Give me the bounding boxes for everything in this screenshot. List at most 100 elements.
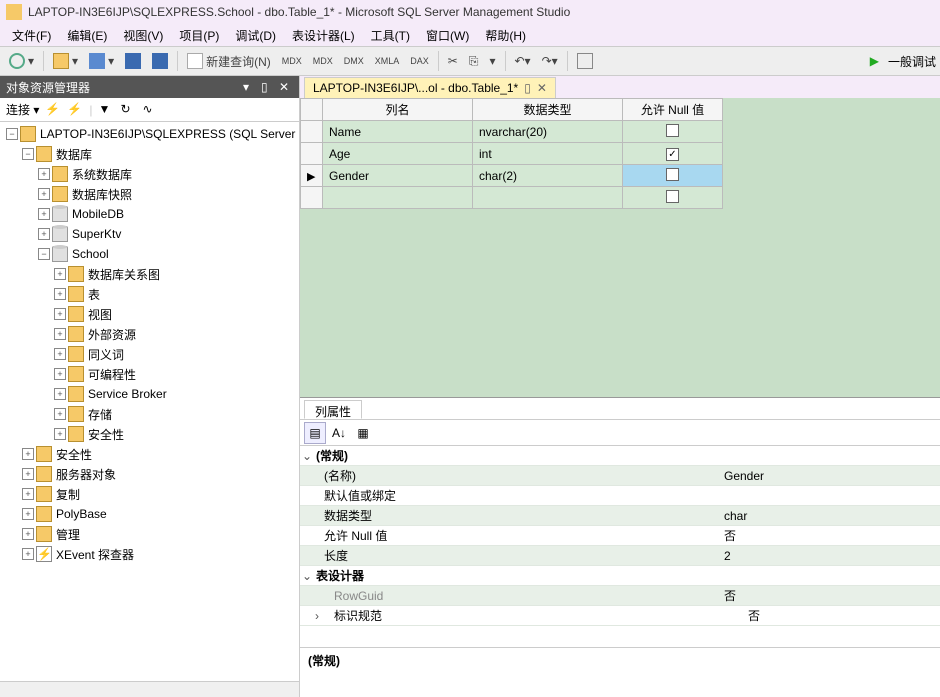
alphabetical-icon[interactable]: A↓ [328, 422, 350, 444]
prop-tab[interactable]: 列属性 [304, 400, 362, 419]
disconnect-icon[interactable]: ⚡ [67, 102, 83, 118]
expand-icon[interactable]: − [38, 248, 50, 260]
explorer-hscrollbar[interactable] [0, 681, 299, 697]
save-sel-button[interactable] [147, 50, 173, 72]
xmla-button[interactable]: XMLA [370, 53, 405, 69]
tree-storage[interactable]: +存储 [0, 404, 299, 424]
panel-dropdown-icon[interactable]: ▾ [243, 80, 257, 94]
expand-icon[interactable]: + [22, 488, 34, 500]
copy-button[interactable]: ⎘ [464, 51, 484, 72]
expand-icon[interactable]: + [38, 228, 50, 240]
menu-file[interactable]: 文件(F) [4, 25, 59, 46]
dax-button[interactable]: DAX [405, 53, 434, 69]
properties-grid[interactable]: ⌄(常规) (名称)Gender 默认值或绑定 数据类型char 允许 Null… [300, 446, 940, 647]
tree-synonyms[interactable]: +同义词 [0, 344, 299, 364]
menu-edit[interactable]: 编辑(E) [59, 25, 115, 46]
object-tree[interactable]: −LAPTOP-IN3E6IJP\SQLEXPRESS (SQL Server … [0, 122, 299, 681]
expand-icon[interactable]: + [54, 368, 66, 380]
tree-serverobj[interactable]: +服务器对象 [0, 464, 299, 484]
expand-icon[interactable]: + [38, 168, 50, 180]
prop-value[interactable]: char [720, 509, 940, 523]
menu-view[interactable]: 视图(V) [115, 25, 171, 46]
tree-security-inner[interactable]: +安全性 [0, 424, 299, 444]
expand-icon[interactable]: + [54, 348, 66, 360]
tree-sysdb[interactable]: +系统数据库 [0, 164, 299, 184]
prop-label[interactable]: 默认值或绑定 [300, 487, 720, 504]
nav-back-button[interactable]: ▾ [4, 50, 39, 72]
tree-programmability[interactable]: +可编程性 [0, 364, 299, 384]
prop-category[interactable]: 表设计器 [314, 567, 940, 584]
debug-start-button[interactable]: ▶ [865, 51, 884, 71]
expand-icon[interactable]: + [22, 548, 34, 560]
tree-external[interactable]: +外部资源 [0, 324, 299, 344]
null-checkbox[interactable] [666, 168, 679, 181]
col-null-header[interactable]: 允许 Null 值 [623, 99, 723, 121]
refresh-icon[interactable]: ↻ [121, 102, 137, 118]
connect-button[interactable]: 连接 ▾ [6, 101, 39, 118]
expand-icon[interactable]: + [54, 308, 66, 320]
expand-icon[interactable]: − [22, 148, 34, 160]
tree-replication[interactable]: +复制 [0, 484, 299, 504]
prop-page-icon[interactable]: ▦ [352, 422, 374, 444]
expand-icon[interactable]: ⌄ [300, 569, 314, 583]
paste-button[interactable]: ▾ [484, 51, 500, 71]
prop-value[interactable]: 2 [720, 549, 940, 563]
expand-icon[interactable]: + [54, 428, 66, 440]
prop-label[interactable]: 数据类型 [300, 507, 720, 524]
column-row[interactable]: Age int ✓ [301, 143, 723, 165]
prop-value[interactable]: 否 [720, 587, 940, 604]
prop-value[interactable]: 否 [720, 527, 940, 544]
save-all-button[interactable]: ▾ [84, 50, 119, 72]
connect-icon[interactable]: ⚡ [45, 102, 61, 118]
tab-close-icon[interactable]: ✕ [537, 81, 547, 95]
expand-icon[interactable]: + [54, 388, 66, 400]
expand-icon[interactable]: + [54, 408, 66, 420]
tree-school[interactable]: −School [0, 244, 299, 264]
cut-button[interactable]: ✂ [443, 51, 463, 71]
expand-icon[interactable]: + [54, 268, 66, 280]
expand-icon[interactable]: + [38, 208, 50, 220]
prop-label[interactable]: 允许 Null 值 [300, 527, 720, 544]
menu-project[interactable]: 项目(P) [171, 25, 227, 46]
tree-mobiledb[interactable]: +MobileDB [0, 204, 299, 224]
prop-label[interactable]: (名称) [300, 467, 720, 484]
tree-security[interactable]: +安全性 [0, 444, 299, 464]
prop-value[interactable]: 否 [744, 607, 940, 624]
expand-icon[interactable]: + [54, 288, 66, 300]
column-row-selected[interactable]: ▶ Gender char(2) [301, 165, 723, 187]
expand-icon[interactable]: + [22, 528, 34, 540]
tree-server[interactable]: −LAPTOP-IN3E6IJP\SQLEXPRESS (SQL Server [0, 124, 299, 144]
prop-value[interactable]: Gender [720, 469, 940, 483]
expand-icon[interactable]: + [38, 188, 50, 200]
expand-icon[interactable]: + [54, 328, 66, 340]
open-button[interactable]: ▾ [48, 50, 83, 72]
props-button[interactable] [572, 50, 598, 72]
cell-type[interactable]: char(2) [473, 165, 623, 187]
tree-servicebroker[interactable]: +Service Broker [0, 384, 299, 404]
tab-pin-icon[interactable]: ▯ [524, 81, 531, 95]
expand-icon[interactable]: + [22, 448, 34, 460]
document-tab[interactable]: LAPTOP-IN3E6IJP\...ol - dbo.Table_1* ▯ ✕ [304, 77, 556, 98]
prop-label[interactable]: 标识规范 [324, 607, 744, 624]
menu-help[interactable]: 帮助(H) [477, 25, 534, 46]
col-type-header[interactable]: 数据类型 [473, 99, 623, 121]
cell-type[interactable]: nvarchar(20) [473, 121, 623, 143]
mdx-button[interactable]: MDX [277, 53, 307, 69]
tree-management[interactable]: +管理 [0, 524, 299, 544]
column-row-empty[interactable] [301, 187, 723, 209]
col-name-header[interactable]: 列名 [323, 99, 473, 121]
save-button[interactable] [120, 50, 146, 72]
cell-name[interactable]: Age [323, 143, 473, 165]
cell-name[interactable]: Name [323, 121, 473, 143]
new-query-button[interactable]: 新建查询(N) [182, 50, 276, 73]
cell-name[interactable]: Gender [323, 165, 473, 187]
prop-label[interactable]: 长度 [300, 547, 720, 564]
null-checkbox[interactable]: ✓ [666, 148, 679, 161]
undo-button[interactable]: ↶▾ [510, 51, 536, 71]
tree-polybase[interactable]: +PolyBase [0, 504, 299, 524]
pulse-icon[interactable]: ∿ [143, 102, 159, 118]
cell-type[interactable]: int [473, 143, 623, 165]
tree-databases[interactable]: −数据库 [0, 144, 299, 164]
tree-xevent[interactable]: +⚡XEvent 探查器 [0, 544, 299, 564]
filter-icon[interactable]: ▼ [99, 102, 115, 118]
